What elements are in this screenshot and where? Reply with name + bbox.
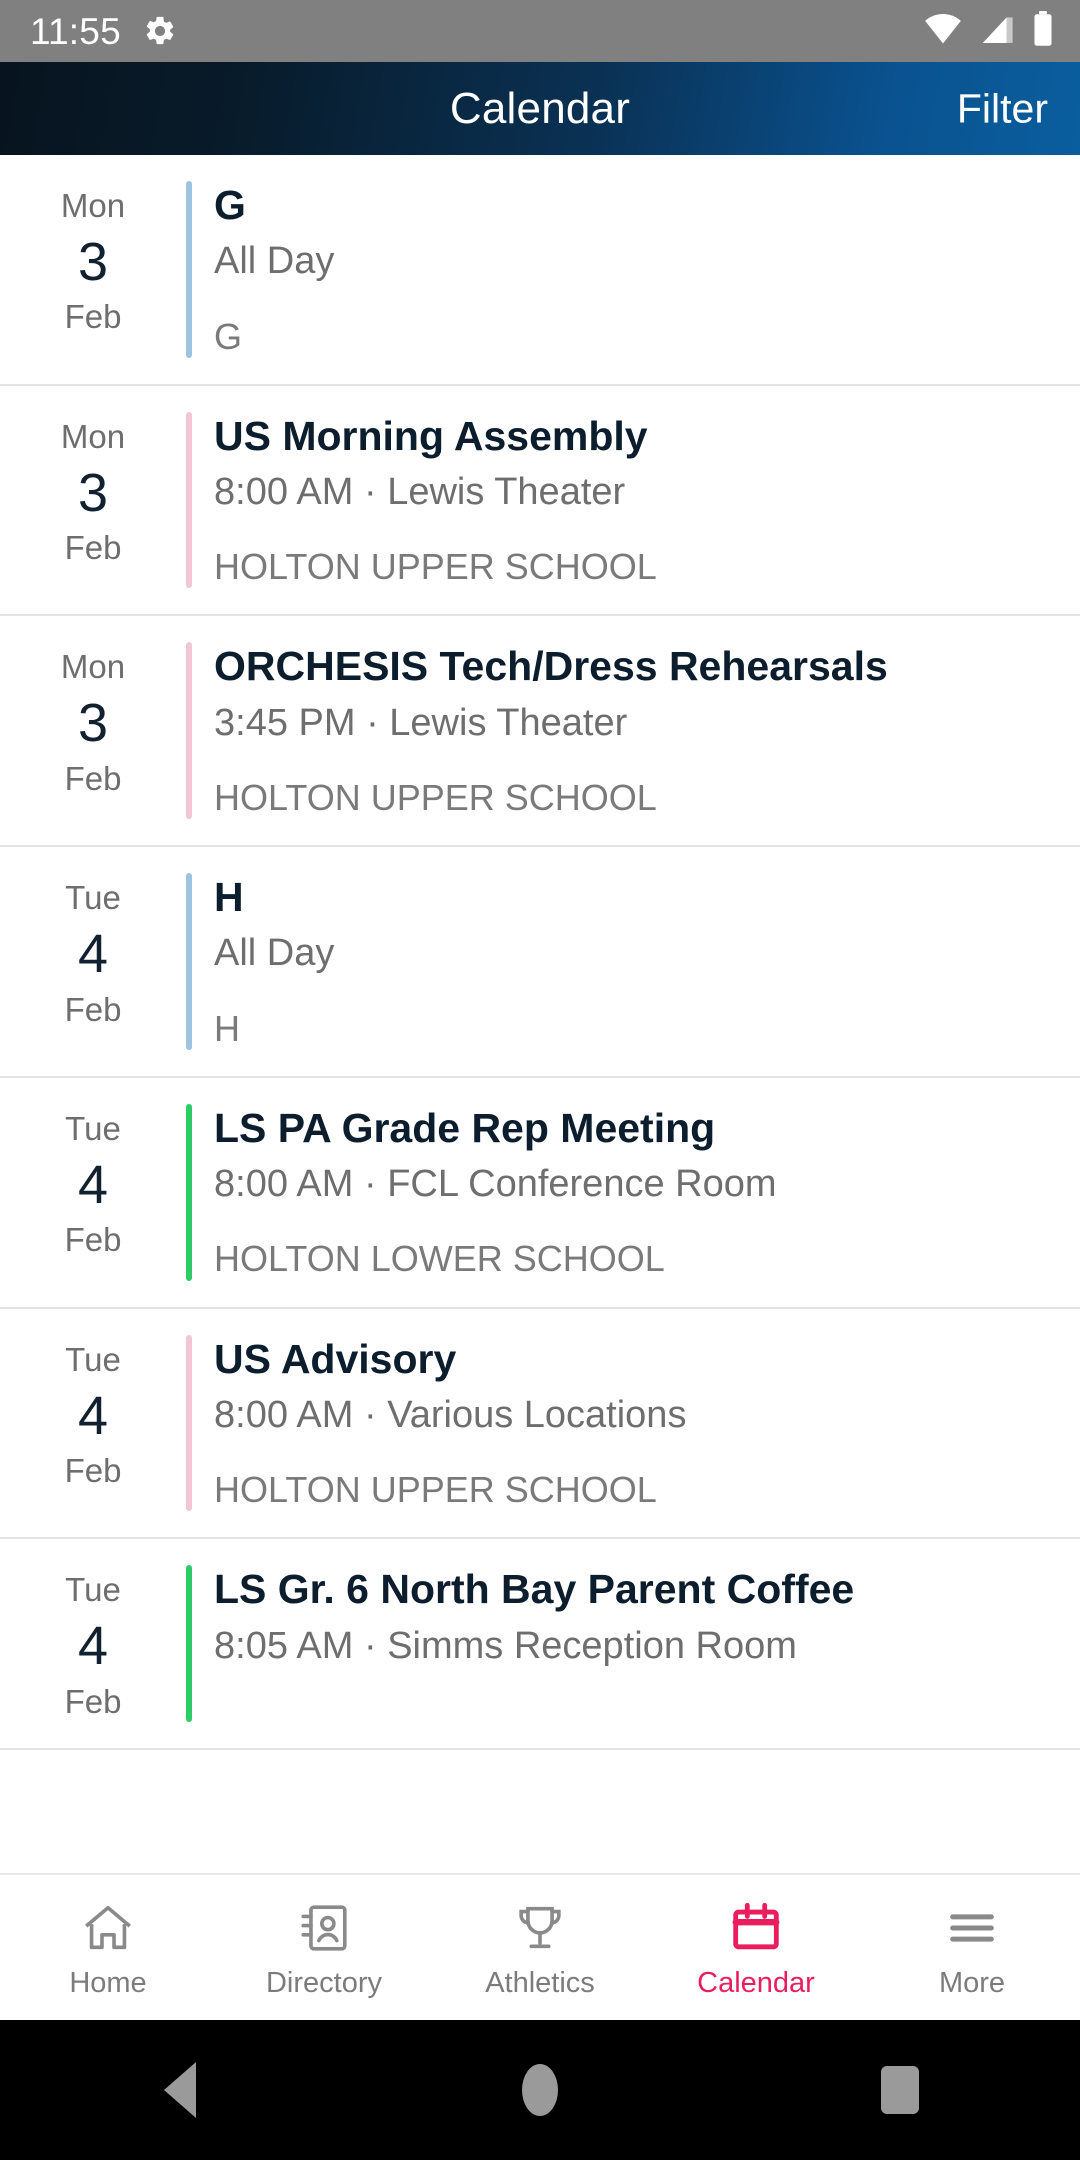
bottom-tab-bar: Home Directory Athletics Calendar More [0,1873,1080,2020]
event-date: Mon 3 Feb [0,412,186,589]
app-root: 11:55 Calendar Filter Mon 3 Feb G All Da… [0,0,1080,2160]
event-date-weekday: Mon [60,417,126,455]
status-bar-clock: 11:55 [30,10,121,52]
event-date-weekday: Tue [65,1109,121,1147]
event-date-month: Feb [64,990,122,1028]
recents-square-icon[interactable] [845,2035,955,2145]
event-title: LS Gr. 6 North Bay Parent Coffee [214,1566,855,1613]
event-details: ORCHESIS Tech/Dress Rehearsals 3:45 PM · … [192,642,1080,819]
tab-label: Athletics [485,1967,595,1999]
event-title: H [214,874,244,921]
tab-home[interactable]: Home [0,1897,216,1998]
battery-icon [1032,10,1054,52]
event-date-month: Feb [64,298,122,336]
wifi-icon [922,12,964,51]
tab-label: Home [69,1967,147,1999]
event-category: HOLTON UPPER SCHOOL [214,546,657,588]
event-time-location: 3:45 PM · Lewis Theater [214,701,628,744]
directory-icon[interactable] [295,1897,353,1959]
tab-label: Calendar [697,1967,815,1999]
event-row[interactable]: Tue 4 Feb US Advisory 8:00 AM · Various Loca… [0,1309,1080,1540]
event-details: US Advisory 8:00 AM · Various Locations HO… [192,1335,1080,1512]
event-date-weekday: Tue [65,879,121,917]
tab-athletics[interactable]: Athletics [432,1897,648,1998]
event-date-month: Feb [64,529,122,567]
event-title: G [214,182,246,228]
event-time-location: 8:00 AM · Various Locations [214,1393,687,1436]
event-date: Tue 4 Feb [0,1565,186,1721]
event-row[interactable]: Mon 3 Feb US Morning Assembly 8:00 AM · Lewi… [0,386,1080,617]
event-category: HOLTON LOWER SCHOOL [214,1238,665,1280]
event-date-month: Feb [64,1682,122,1720]
event-row[interactable]: Mon 3 Feb ORCHESIS Tech/Dress Rehearsals 3:4… [0,616,1080,848]
tab-more[interactable]: More [864,1897,1080,1998]
home-icon[interactable] [79,1897,137,1959]
event-time-location: 8:00 AM · Lewis Theater [214,470,626,513]
event-list[interactable]: Mon 3 Feb G All Day G Mon 3 Feb US Morning Assemb… [0,155,1080,1873]
home-circle-icon[interactable] [485,2035,595,2145]
event-row[interactable]: Tue 4 Feb LS PA Grade Rep Meeting 8:00 AM · … [0,1078,1080,1309]
event-category: HOLTON UPPER SCHOOL [214,777,657,819]
status-bar: 11:55 [0,0,1080,62]
event-date: Mon 3 Feb [0,642,186,819]
event-details: H All Day H [192,873,1080,1050]
event-date: Tue 4 Feb [0,1104,186,1281]
event-row[interactable]: Tue 4 Feb H All Day H [0,847,1080,1078]
event-date-day: 4 [77,924,109,985]
filter-button[interactable]: Filter [957,85,1048,132]
event-date-day: 4 [77,1154,109,1215]
event-date-month: Feb [64,759,122,797]
event-date-day: 3 [77,693,109,754]
event-time-location: 8:00 AM · FCL Conference Room [214,1163,777,1206]
event-details: G All Day G [192,181,1080,358]
event-date: Mon 3 Feb [0,181,186,358]
event-category: G [214,315,243,357]
event-title: US Morning Assembly [214,412,648,459]
event-details: LS PA Grade Rep Meeting 8:00 AM · FCL Con… [192,1104,1080,1281]
cellular-signal-icon [979,12,1017,51]
event-date-weekday: Mon [60,648,126,686]
status-bar-indicators [922,10,1054,52]
trophy-icon[interactable] [511,1897,569,1959]
event-date-month: Feb [64,1221,122,1259]
event-date-weekday: Tue [65,1571,121,1609]
event-date: Tue 4 Feb [0,1335,186,1512]
event-date-weekday: Mon [60,187,126,224]
event-time-location: All Day [214,932,335,975]
event-row[interactable]: Mon 3 Feb G All Day G [0,155,1080,386]
event-details: US Morning Assembly 8:00 AM · Lewis Theat… [192,412,1080,589]
event-title: ORCHESIS Tech/Dress Rehearsals [214,643,888,690]
event-row[interactable]: Tue 4 Feb LS Gr. 6 North Bay Parent Coffee 8… [0,1539,1080,1750]
tab-directory[interactable]: Directory [216,1897,432,1998]
event-title: LS PA Grade Rep Meeting [214,1104,716,1151]
tab-calendar[interactable]: Calendar [648,1897,864,1998]
app-header: Calendar Filter [0,62,1080,155]
page-title: Calendar [449,83,631,133]
event-date-day: 4 [77,1616,109,1677]
event-title: US Advisory [214,1335,457,1382]
event-date-weekday: Tue [65,1340,121,1378]
tab-label: More [938,1967,1006,1999]
event-details: LS Gr. 6 North Bay Parent Coffee 8:05 AM … [192,1565,1080,1721]
event-category: HOLTON UPPER SCHOOL [214,1469,657,1511]
hamburger-icon[interactable] [943,1897,1001,1959]
event-date-day: 3 [77,231,109,292]
event-date-day: 4 [77,1385,109,1446]
back-triangle-icon[interactable] [125,2035,235,2145]
event-date-day: 3 [77,462,109,523]
event-category: H [214,1007,240,1049]
android-navigation-bar [0,2020,1080,2160]
gear-icon [143,14,177,48]
event-time-location: All Day [214,240,335,283]
event-date-month: Feb [64,1451,122,1489]
calendar-icon[interactable] [727,1897,785,1959]
event-time-location: 8:05 AM · Simms Reception Room [214,1624,797,1667]
tab-label: Directory [265,1967,382,1999]
event-date: Tue 4 Feb [0,873,186,1050]
